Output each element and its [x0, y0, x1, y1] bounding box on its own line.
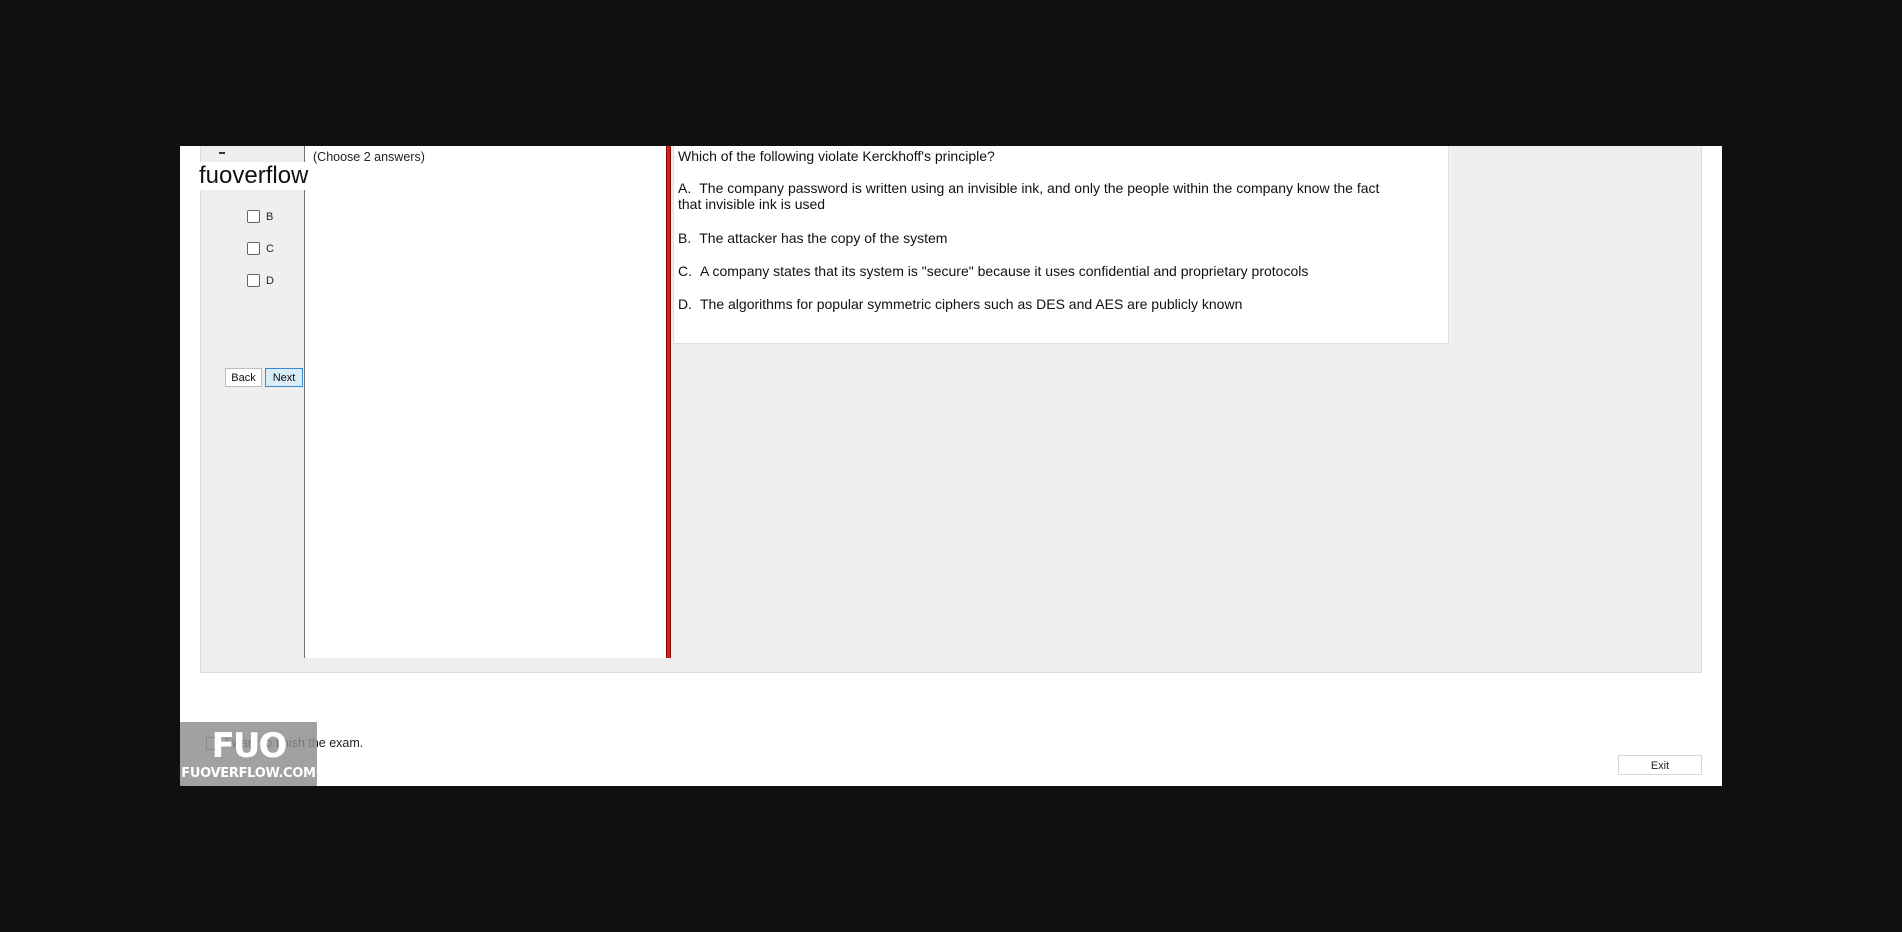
answer-label-d: D	[266, 274, 274, 287]
option-letter: C.	[678, 263, 692, 279]
question-number-fragment	[219, 152, 225, 154]
option-text: The attacker has the copy of the system	[699, 230, 948, 246]
answer-label-c: C	[266, 242, 274, 255]
answer-checkbox-b[interactable]	[247, 210, 260, 223]
logo-sub-text: FUOVERFLOW.COM	[181, 766, 316, 781]
question-stem: Which of the following violate Kerckhoff…	[678, 148, 995, 164]
option-letter: B.	[678, 230, 692, 246]
panel-splitter[interactable]	[666, 146, 671, 658]
option-letter: A.	[678, 180, 692, 196]
answer-option-c[interactable]: C	[247, 242, 274, 255]
exit-button[interactable]: Exit	[1618, 755, 1702, 775]
answer-option-b[interactable]: B	[247, 210, 273, 223]
answer-label-b: B	[266, 210, 274, 223]
next-button[interactable]: Next	[265, 368, 303, 387]
question-box: Which of the following violate Kerckhoff…	[673, 146, 1449, 344]
question-option-b: B. The attacker has the copy of the syste…	[678, 230, 1398, 246]
question-option-a: A. The company password is written using …	[678, 180, 1398, 212]
choose-answers-instruction: (Choose 2 answers)	[313, 150, 425, 164]
watermark-text: fuoverflow	[197, 162, 311, 190]
answer-checkbox-d[interactable]	[247, 274, 260, 287]
answer-sidebar: B C D Back Next	[201, 146, 303, 656]
logo-main-text: FUO	[211, 726, 288, 766]
answer-option-d[interactable]: D	[247, 274, 274, 287]
answer-checkbox-c[interactable]	[247, 242, 260, 255]
question-option-c: C. A company states that its system is "s…	[678, 263, 1398, 279]
fuoverflow-logo: FUO FUOVERFLOW.COM	[180, 722, 317, 786]
question-option-d: D. The algorithms for popular symmetric c…	[678, 296, 1398, 312]
exam-panel: B C D Back Next (Choose 2 answers) Which…	[200, 146, 1702, 673]
option-text: The company password is written using an…	[678, 180, 1380, 212]
back-button[interactable]: Back	[225, 368, 262, 387]
option-letter: D.	[678, 296, 692, 312]
exam-window: B C D Back Next (Choose 2 answers) Which…	[180, 146, 1722, 786]
instruction-panel: (Choose 2 answers)	[305, 146, 667, 658]
option-text: A company states that its system is "sec…	[700, 263, 1309, 279]
option-text: The algorithms for popular symmetric cip…	[700, 296, 1243, 312]
